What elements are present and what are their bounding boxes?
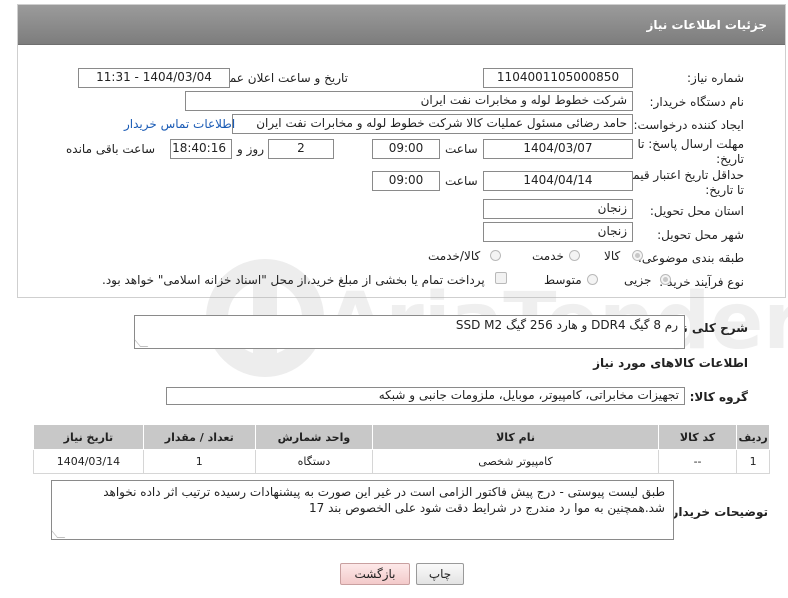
goods-group-label: گروه کالا: (689, 390, 748, 404)
category-label: طبقه بندی موضوعی: (637, 251, 744, 265)
quantity-cell: 1 (142, 449, 256, 474)
need-number-label: شماره نیاز: (687, 71, 744, 85)
col-unit-header: واحد شمارش (254, 424, 374, 450)
goods-group-field: تجهیزات مخابراتی، کامپیوتر، موبایل، ملزو… (166, 387, 685, 405)
buyer-notes-textarea[interactable]: طبق لیست پیوستی - درج پیش فاکتور الزامی … (50, 480, 674, 540)
resize-grip-icon[interactable] (133, 339, 149, 347)
col-quantity-header: تعداد / مقدار (142, 424, 256, 450)
description-text: رم 8 گیگ DDR4 و هارد 256 گیگ SSD M2 (455, 318, 678, 332)
price-validity-date-field: 1404/04/14 (483, 171, 633, 191)
creator-field: حامد رضائی مسئول عملیات کالا شرکت خطوط ل… (232, 114, 633, 134)
price-time-label: ساعت (445, 174, 478, 188)
goods-section-title: اطلاعات کالاهای مورد نیاز (593, 356, 748, 370)
days-label: روز و (237, 142, 264, 156)
city-label: شهر محل تحویل: (657, 228, 744, 242)
item-name-cell: کامپیوتر شخصی (372, 449, 659, 474)
col-name-header: نام کالا (372, 424, 659, 450)
buyer-org-label: نام دستگاه خریدار: (649, 95, 745, 109)
reply-date-field: 1404/03/07 (483, 139, 633, 159)
buyer-contact-link[interactable]: اطلاعات تماس خریدار (124, 117, 235, 131)
creator-label: ایجاد کننده درخواست: (633, 118, 744, 132)
table-header-row: ردیف کد کالا نام کالا واحد شمارش تعداد /… (33, 424, 770, 450)
days-field: 2 (268, 139, 334, 159)
need-date-cell: 1404/03/14 (33, 449, 144, 474)
category-service-radio[interactable] (569, 250, 580, 261)
price-validity-label: حداقل تاریخ اعتبار قیمت: تا تاریخ: (617, 168, 744, 197)
print-button[interactable]: چاپ (416, 563, 464, 585)
back-button[interactable]: بازگشت (340, 563, 410, 585)
category-goods-service-label: کالا/خدمت (428, 249, 481, 263)
process-medium-radio[interactable] (587, 274, 598, 285)
item-code-cell: -- (657, 449, 738, 474)
treasury-payment-note: پرداخت تمام یا بخشی از مبلغ خرید،از محل … (102, 273, 485, 287)
table-row: 1 -- کامپیوتر شخصی دستگاه 1 1404/03/14 (33, 449, 770, 474)
panel-header: جزئیات اطلاعات نیاز (18, 5, 785, 45)
process-minor-label: جزیی (624, 273, 652, 287)
category-goods-service-radio[interactable] (490, 250, 501, 261)
reply-time-label: ساعت (445, 142, 478, 156)
province-field: زنجان (483, 199, 633, 219)
category-goods-label: کالا (604, 249, 621, 263)
buyer-org-field: شرکت خطوط لوله و مخابرات نفت ایران (185, 91, 633, 111)
reply-deadline-label: مهلت ارسال پاسخ: تا تاریخ: (637, 137, 744, 166)
process-type-label: نوع فرآیند خرید : (659, 275, 744, 289)
process-medium-label: متوسط (544, 273, 582, 287)
buyer-notes-label: توضیحات خریدار: (666, 505, 768, 519)
goods-table: ردیف کد کالا نام کالا واحد شمارش تعداد /… (33, 424, 770, 474)
reply-time-field: 09:00 (372, 139, 440, 159)
remaining-label: ساعت باقی مانده (66, 142, 156, 156)
row-number-cell: 1 (736, 449, 770, 474)
announce-datetime-field: 1404/03/04 - 11:31 (78, 68, 230, 88)
province-label: استان محل تحویل: (649, 204, 744, 218)
category-goods-radio[interactable] (632, 250, 643, 261)
remaining-time-field: 18:40:16 (170, 139, 232, 159)
resize-grip-icon[interactable] (50, 530, 66, 538)
process-minor-radio[interactable] (660, 274, 671, 285)
panel-title: جزئیات اطلاعات نیاز (646, 18, 767, 32)
col-code-header: کد کالا (657, 424, 738, 450)
unit-cell: دستگاه (254, 449, 374, 474)
city-field: زنجان (483, 222, 633, 242)
col-row-header: ردیف (736, 424, 770, 450)
category-service-label: خدمت (532, 249, 564, 263)
buyer-notes-text: طبق لیست پیوستی - درج پیش فاکتور الزامی … (103, 485, 665, 515)
need-number-field: 1104001105000850 (483, 68, 633, 88)
treasury-payment-checkbox[interactable] (495, 272, 507, 284)
col-date-header: تاریخ نیاز (33, 424, 144, 450)
description-textarea[interactable]: رم 8 گیگ DDR4 و هارد 256 گیگ SSD M2 (133, 315, 685, 349)
price-validity-time-field: 09:00 (372, 171, 440, 191)
